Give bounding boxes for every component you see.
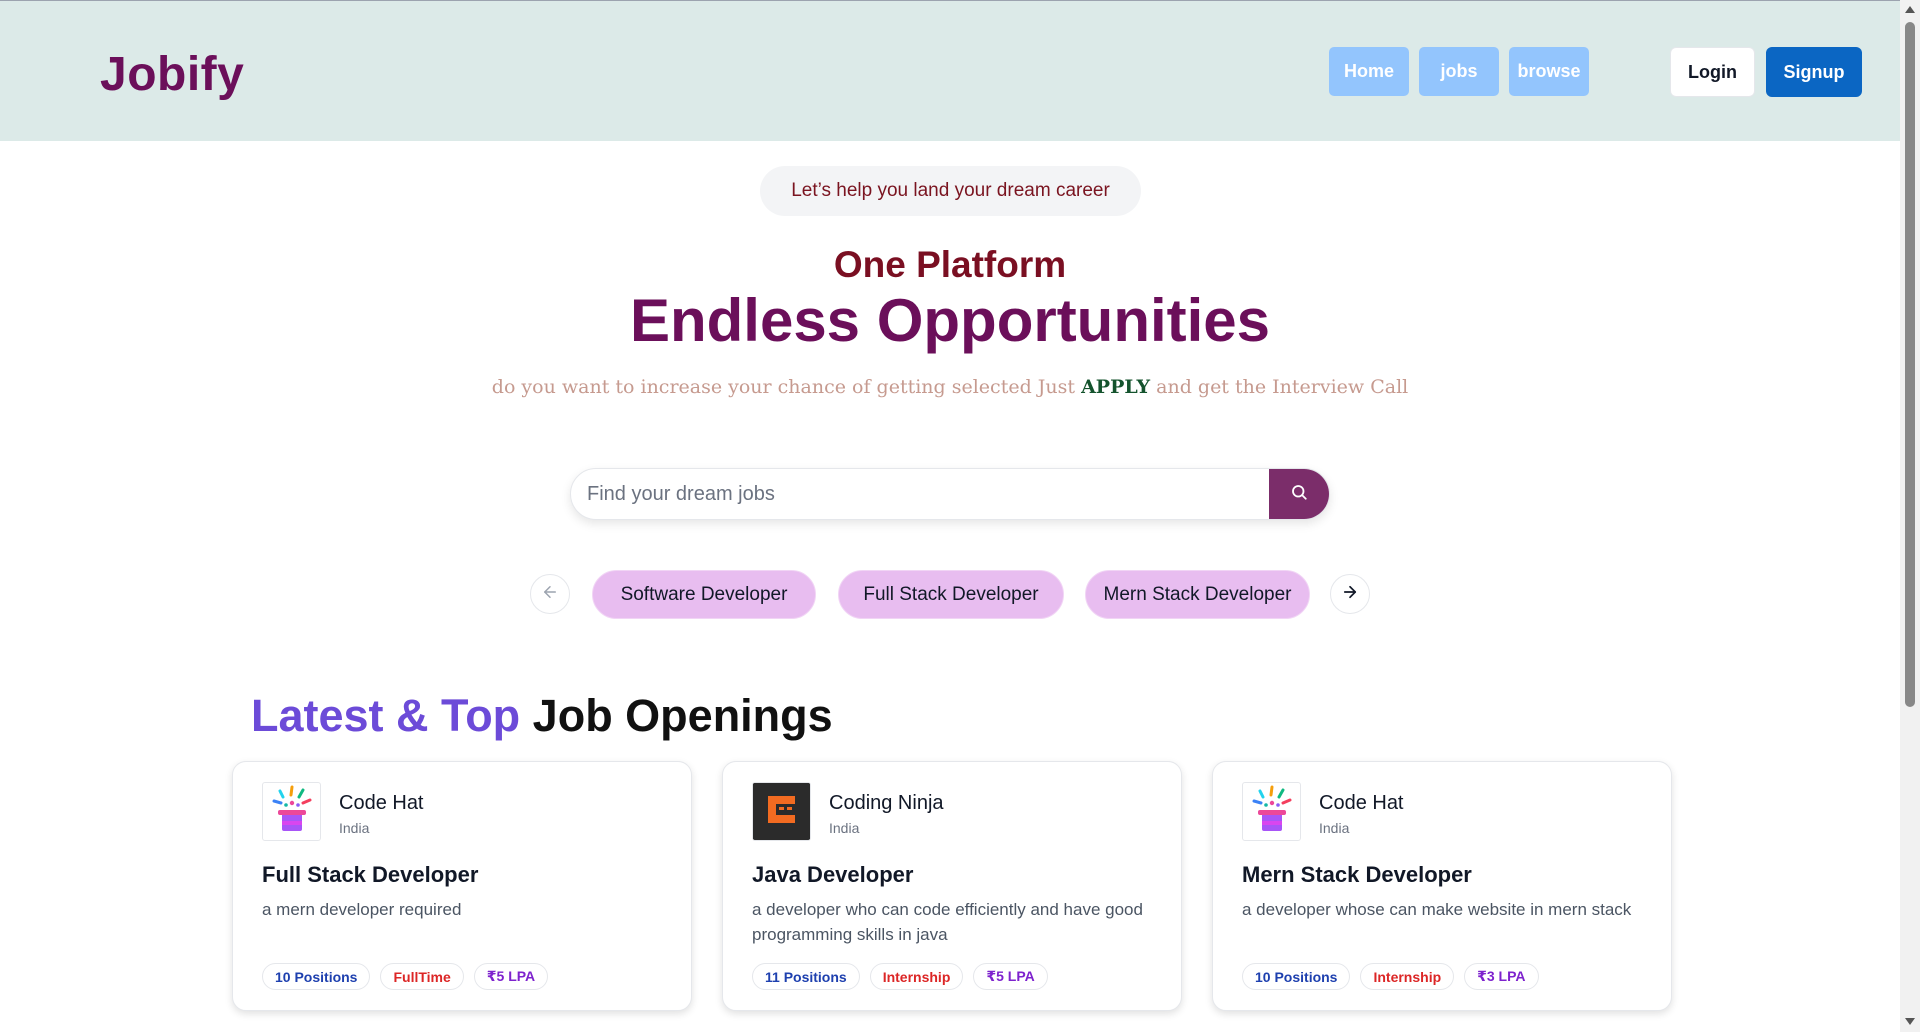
hero-tagline-badge: Let’s help you land your dream career <box>760 166 1141 216</box>
carousel-next-button[interactable] <box>1330 574 1370 614</box>
search-icon <box>1290 483 1308 506</box>
job-badges: 10 Positions FullTime ₹5 LPA <box>262 963 549 990</box>
nav-link-browse[interactable]: browse <box>1509 47 1589 96</box>
login-button[interactable]: Login <box>1670 47 1755 97</box>
carousel-prev-button[interactable] <box>530 574 570 614</box>
job-type-badge: Internship <box>869 963 964 990</box>
company-name: Code Hat <box>339 792 424 814</box>
arrow-right-icon <box>1341 583 1359 606</box>
navbar: Jobify Home jobs browse Login Signup <box>0 0 1900 141</box>
hero-title: Endless Opportunities <box>629 287 1271 354</box>
job-card[interactable]: Code Hat India Full Stack Developer a me… <box>232 761 692 1011</box>
company-name: Coding Ninja <box>829 792 944 814</box>
hero-description-start: do you want to increase your chance of g… <box>491 376 1082 398</box>
signup-button[interactable]: Signup <box>1766 47 1862 97</box>
section-title-rest: Job Openings <box>520 690 833 741</box>
section-title: Latest & Top Job Openings <box>251 690 833 742</box>
nav-links: Home jobs browse <box>1329 47 1589 96</box>
job-card[interactable]: Code Hat India Mern Stack Developer a de… <box>1212 761 1672 1011</box>
job-card[interactable]: Coding Ninja India Java Developer a deve… <box>722 761 1182 1011</box>
section-title-accent: Latest & Top <box>251 690 521 741</box>
category-chip-mern-stack-developer[interactable]: Mern Stack Developer <box>1085 570 1310 619</box>
brand-logo[interactable]: Jobify <box>100 47 244 102</box>
company-logo <box>262 782 321 841</box>
job-title[interactable]: Mern Stack Developer <box>1242 862 1472 888</box>
salary-badge: ₹5 LPA <box>973 963 1048 990</box>
job-title[interactable]: Full Stack Developer <box>262 862 478 888</box>
scrollbar-thumb[interactable] <box>1905 22 1915 707</box>
job-description: a mern developer required <box>262 900 462 919</box>
nav-link-jobs[interactable]: jobs <box>1419 47 1499 96</box>
company-country: India <box>339 820 370 836</box>
coding-ninja-logo-icon <box>753 783 810 840</box>
auth-buttons: Login Signup <box>1670 47 1862 97</box>
hero-description-apply: APPLY <box>1081 376 1151 398</box>
positions-badge: 11 Positions <box>752 963 860 990</box>
positions-badge: 10 Positions <box>1242 963 1351 990</box>
hero-subtitle: One Platform <box>833 244 1067 285</box>
category-chip-full-stack-developer[interactable]: Full Stack Developer <box>838 570 1064 619</box>
job-type-badge: Internship <box>1360 963 1455 990</box>
scroll-up-icon[interactable] <box>1905 6 1915 13</box>
company-name: Code Hat <box>1319 792 1404 814</box>
search-bar <box>570 468 1330 520</box>
job-description: a developer who can code efficiently and… <box>752 900 1143 944</box>
search-input[interactable] <box>571 469 1269 519</box>
job-badges: 10 Positions Internship ₹3 LPA <box>1242 963 1539 990</box>
salary-badge: ₹3 LPA <box>1464 963 1539 990</box>
code-hat-logo-icon <box>268 783 316 840</box>
company-country: India <box>829 820 860 836</box>
code-hat-logo-icon <box>1248 783 1296 840</box>
company-logo <box>752 782 811 841</box>
nav-link-home[interactable]: Home <box>1329 47 1409 96</box>
search-button[interactable] <box>1269 469 1329 519</box>
hero-description-end: and get the Interview Call <box>1150 376 1409 398</box>
job-badges: 11 Positions Internship ₹5 LPA <box>752 963 1048 990</box>
company-country: India <box>1319 820 1350 836</box>
scroll-down-icon[interactable] <box>1905 1018 1915 1025</box>
job-description: a developer whose can make website in me… <box>1242 900 1632 919</box>
arrow-left-icon <box>541 583 559 606</box>
salary-badge: ₹5 LPA <box>473 963 549 990</box>
hero-description: do you want to increase your chance of g… <box>0 376 1900 398</box>
page-scrollbar[interactable] <box>1900 0 1920 1032</box>
job-title[interactable]: Java Developer <box>752 862 913 888</box>
company-logo <box>1242 782 1301 841</box>
category-chip-software-developer[interactable]: Software Developer <box>592 570 816 619</box>
job-type-badge: FullTime <box>380 963 464 990</box>
positions-badge: 10 Positions <box>262 963 371 990</box>
